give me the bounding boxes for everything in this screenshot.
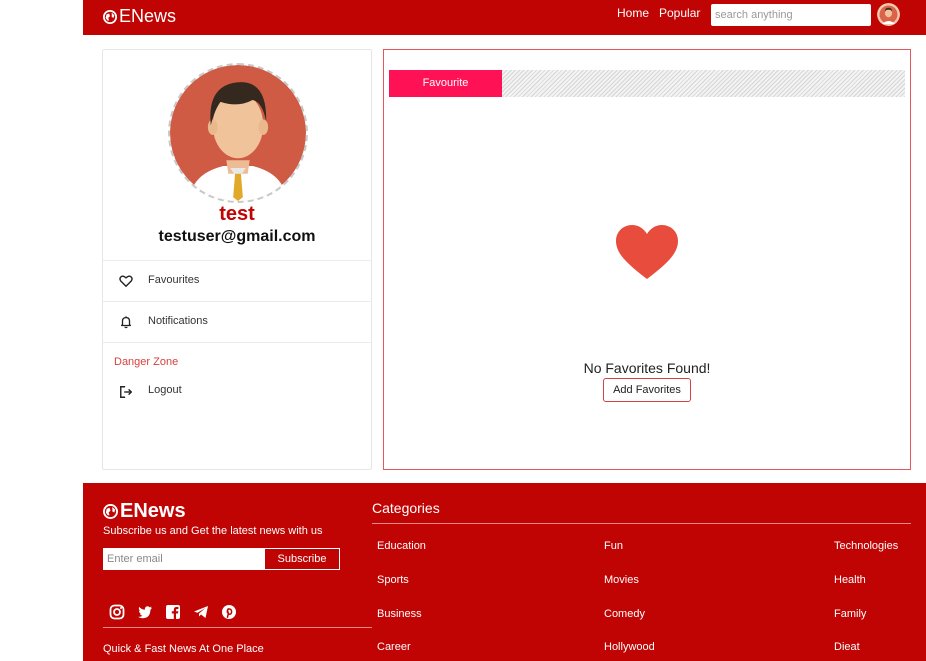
user-avatar[interactable] [877,3,900,26]
top-navbar: ENews Home Popular [83,0,926,35]
telegram-icon[interactable] [193,604,209,620]
favourites-panel: Favourite No Favorites Found! Add Favori… [383,49,911,470]
category-link[interactable]: Dieat [834,641,860,653]
logout-button[interactable]: Logout [103,380,371,402]
category-link[interactable]: Business [377,608,422,620]
facebook-icon[interactable] [165,604,181,620]
logout-icon [120,386,133,398]
globe-icon [103,9,117,24]
danger-zone-heading: Danger Zone [114,356,179,368]
social-links [109,604,237,620]
profile-card: test testuser@gmail.com Favourites Notif… [102,49,372,470]
menu-notifications-label: Notifications [148,315,208,327]
heart-outline-icon [119,275,133,287]
category-link[interactable]: Health [834,574,866,586]
bell-icon [120,316,132,329]
menu-favourites-label: Favourites [148,274,200,286]
tab-strip: Favourite [389,70,905,97]
heart-icon [616,225,678,279]
footer-divider [103,627,372,628]
categories-heading: Categories [372,500,440,516]
footer-subtitle: Subscribe us and Get the latest news wit… [103,525,323,537]
category-link[interactable]: Family [834,608,866,620]
footer-tagline: Quick & Fast News At One Place [103,643,264,655]
category-link[interactable]: Comedy [604,608,645,620]
category-link[interactable]: Fun [604,540,623,552]
nav-home-link[interactable]: Home [617,6,649,20]
category-link[interactable]: Sports [377,574,409,586]
empty-state-text: No Favorites Found! [583,360,711,376]
profile-email: testuser@gmail.com [158,228,316,245]
instagram-icon[interactable] [109,604,125,620]
profile-avatar[interactable] [168,63,308,203]
divider [103,342,371,343]
category-link[interactable]: Hollywood [604,641,655,653]
profile-name: test [219,203,255,225]
category-link[interactable]: Technologies [834,540,898,552]
category-link[interactable]: Career [377,641,411,653]
footer-brand[interactable]: ENews [103,500,186,523]
logout-label: Logout [148,384,182,396]
subscribe-button[interactable]: Subscribe [264,548,340,570]
category-link[interactable]: Movies [604,574,639,586]
brand-logo[interactable]: ENews [103,6,176,27]
add-favorites-button[interactable]: Add Favorites [603,378,691,402]
footer-brand-name: ENews [120,500,186,522]
nav-popular-link[interactable]: Popular [659,6,700,20]
twitter-icon[interactable] [137,604,153,620]
brand-name: ENews [119,6,177,26]
categories-divider [372,523,911,524]
footer: ENews Subscribe us and Get the latest ne… [83,483,926,661]
page: ENews Home Popular search anything test … [83,0,926,661]
category-link[interactable]: Education [377,540,426,552]
tab-favourite[interactable]: Favourite [389,70,502,97]
globe-icon [103,504,118,519]
search-input[interactable] [711,4,871,26]
email-field[interactable] [103,548,264,570]
menu-favourites[interactable]: Favourites [103,260,371,301]
pinterest-icon[interactable] [221,604,237,620]
menu-notifications[interactable]: Notifications [103,301,371,342]
